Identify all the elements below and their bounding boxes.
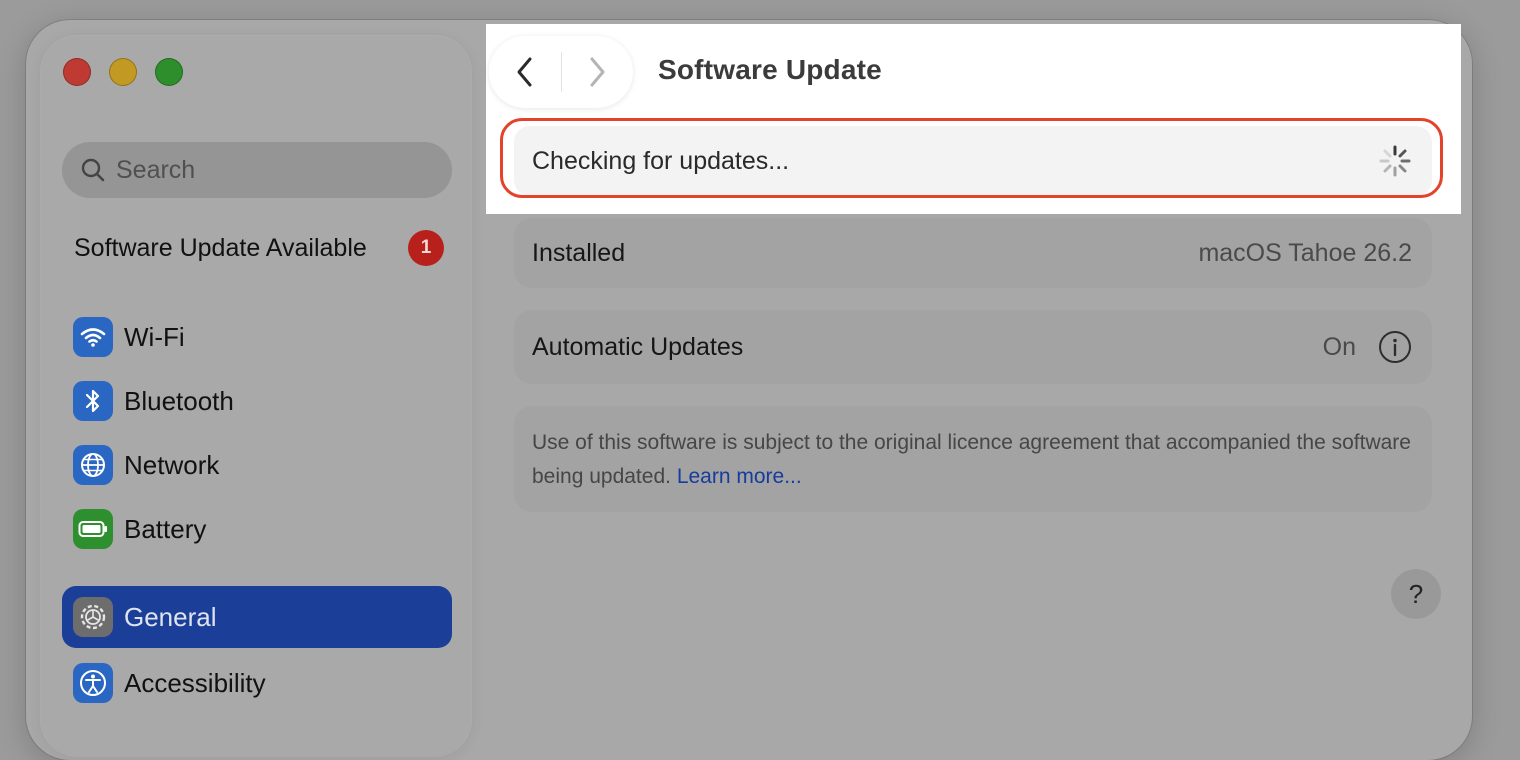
sidebar-item-network[interactable]: Network [62, 434, 452, 496]
sidebar-item-accessibility[interactable]: Accessibility [62, 652, 452, 714]
navigation-buttons [489, 36, 633, 108]
back-button[interactable] [489, 36, 561, 108]
bluetooth-icon [73, 381, 113, 421]
search-input[interactable]: Search [62, 142, 452, 198]
forward-button[interactable] [562, 36, 634, 108]
automatic-updates-row: Automatic Updates On [514, 310, 1432, 384]
software-update-available-label: Software Update Available [74, 233, 367, 262]
sidebar-item-bluetooth[interactable]: Bluetooth [62, 370, 452, 432]
search-icon [80, 157, 106, 183]
gear-icon [73, 597, 113, 637]
installed-version: macOS Tahoe 26.2 [1198, 238, 1412, 267]
sidebar-item-battery[interactable]: Battery [62, 498, 452, 560]
sidebar-item-general[interactable]: General [62, 586, 452, 648]
sidebar-item-label: Network [124, 449, 220, 480]
globe-icon [73, 445, 113, 485]
sidebar-item-label: General [124, 601, 217, 632]
sidebar-item-label: Bluetooth [124, 385, 234, 416]
installed-label: Installed [532, 238, 626, 267]
installed-row: Installed macOS Tahoe 26.2 [514, 218, 1432, 288]
help-button[interactable]: ? [1392, 570, 1440, 618]
accessibility-icon [73, 663, 113, 703]
battery-icon [73, 509, 113, 549]
chevron-left-icon [517, 57, 532, 87]
search-placeholder: Search [116, 155, 196, 184]
licence-notice: Use of this software is subject to the o… [514, 406, 1432, 512]
close-window-button[interactable] [63, 58, 91, 86]
page-title: Software Update [658, 54, 882, 85]
sidebar-item-label: Wi-Fi [124, 321, 185, 352]
minimize-window-button[interactable] [109, 58, 137, 86]
licence-notice-text: Use of this software is subject to the o… [532, 431, 1411, 488]
software-update-available-item[interactable]: Software Update Available 1 [74, 226, 444, 270]
wifi-icon [73, 317, 113, 357]
sidebar-item-label: Battery [124, 513, 207, 544]
chevron-right-icon [590, 57, 605, 87]
highlight-annotation [500, 118, 1443, 198]
learn-more-link[interactable]: Learn more... [677, 465, 802, 488]
sidebar-item-wifi[interactable]: Wi-Fi [62, 306, 452, 368]
automatic-updates-label: Automatic Updates [532, 332, 744, 361]
zoom-window-button[interactable] [155, 58, 183, 86]
update-count-badge: 1 [408, 230, 444, 266]
sidebar-item-label: Accessibility [124, 667, 266, 698]
automatic-updates-value: On [1322, 332, 1356, 361]
info-icon[interactable] [1378, 330, 1412, 364]
